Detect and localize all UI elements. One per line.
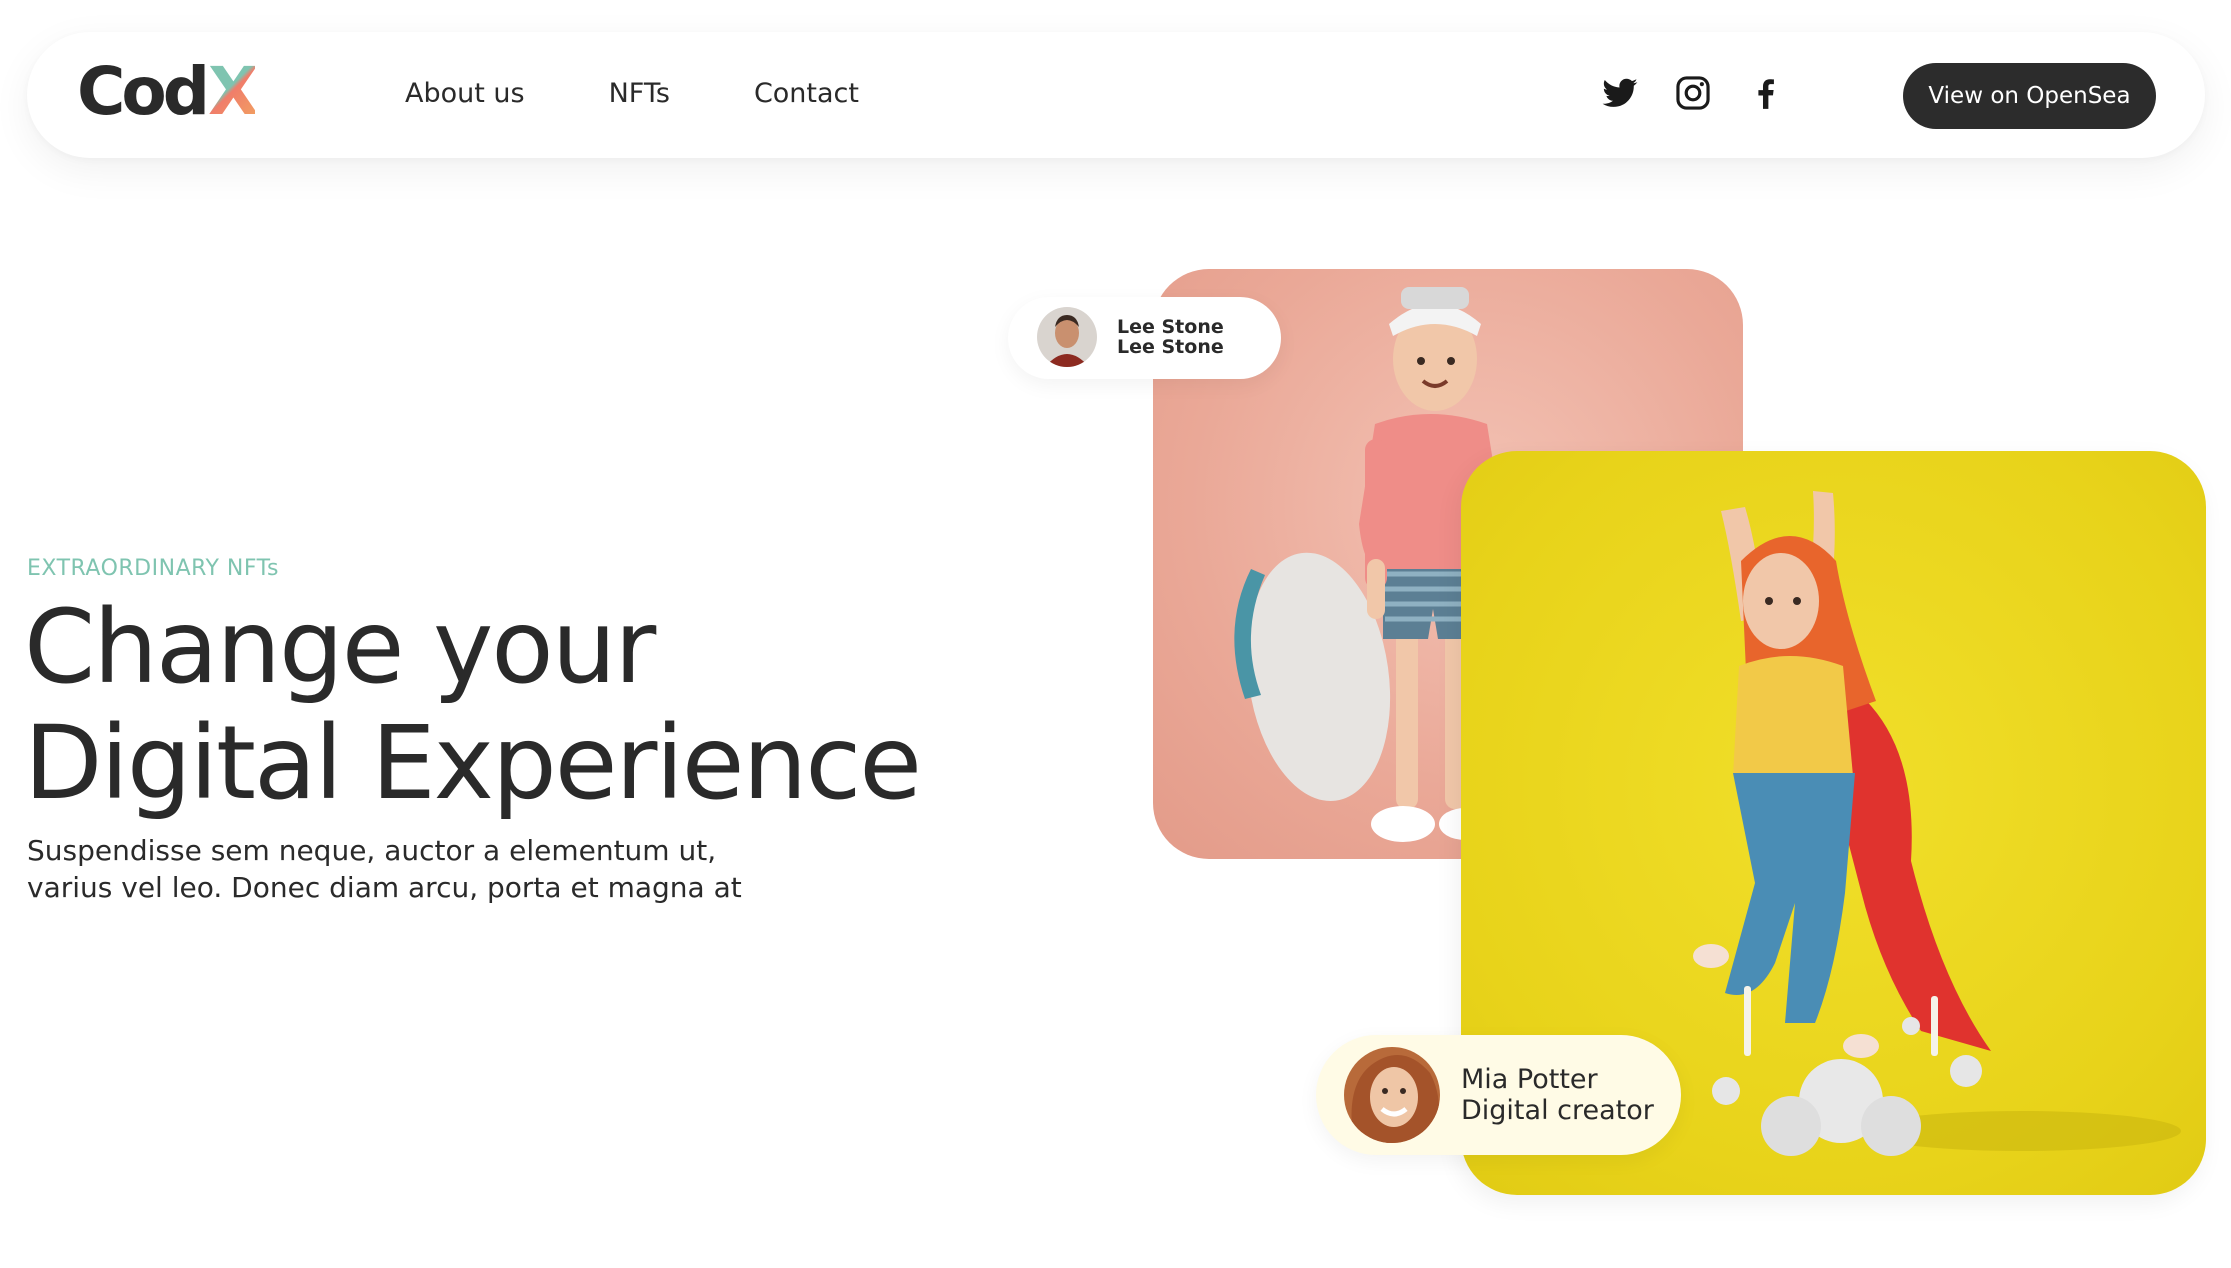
top-navbar: CodX About us NFTs Contact View on OpenS… bbox=[27, 32, 2205, 158]
creator-info: Lee Stone Lee Stone bbox=[1117, 317, 1224, 357]
creator-info: Mia Potter Digital creator bbox=[1461, 1064, 1654, 1126]
nav-link-contact[interactable]: Contact bbox=[754, 76, 859, 112]
avatar bbox=[1037, 307, 1097, 367]
subtext-line-2: varius vel leo. Donec diam arcu, porta e… bbox=[27, 871, 742, 904]
headline-line-2: Digital Experience bbox=[24, 704, 922, 823]
creator-name: Lee Stone bbox=[1117, 316, 1224, 338]
view-on-opensea-button[interactable]: View on OpenSea bbox=[1903, 63, 2156, 129]
hero-eyebrow: EXTRAORDINARY NFTs bbox=[27, 556, 279, 581]
nav-link-about-us[interactable]: About us bbox=[405, 76, 525, 112]
subtext-line-1: Suspendisse sem neque, auctor a elementu… bbox=[27, 834, 717, 867]
codx-logo[interactable]: CodX bbox=[77, 52, 259, 132]
nav-link-nfts[interactable]: NFTs bbox=[609, 76, 670, 112]
twitter-icon[interactable] bbox=[1601, 74, 1639, 112]
avatar bbox=[1344, 1047, 1440, 1143]
creator-name: Mia Potter bbox=[1461, 1064, 1598, 1095]
creator-tag-lee-stone[interactable]: Lee Stone Lee Stone bbox=[1008, 297, 1281, 379]
creator-tag-mia-potter[interactable]: Mia Potter Digital creator bbox=[1316, 1035, 1681, 1155]
hero-subtext: Suspendisse sem neque, auctor a elementu… bbox=[27, 832, 787, 906]
hero-headline: Change your Digital Experience bbox=[24, 590, 1024, 822]
creator-role: Digital creator bbox=[1461, 1095, 1654, 1126]
instagram-icon[interactable] bbox=[1674, 74, 1712, 112]
facebook-icon[interactable] bbox=[1747, 74, 1785, 112]
logo-text: Cod bbox=[77, 53, 210, 130]
headline-line-1: Change your bbox=[24, 588, 656, 707]
main-nav: About us NFTs Contact bbox=[405, 76, 859, 112]
creator-role: Lee Stone bbox=[1117, 336, 1224, 358]
logo-x-mark: X bbox=[208, 53, 259, 130]
